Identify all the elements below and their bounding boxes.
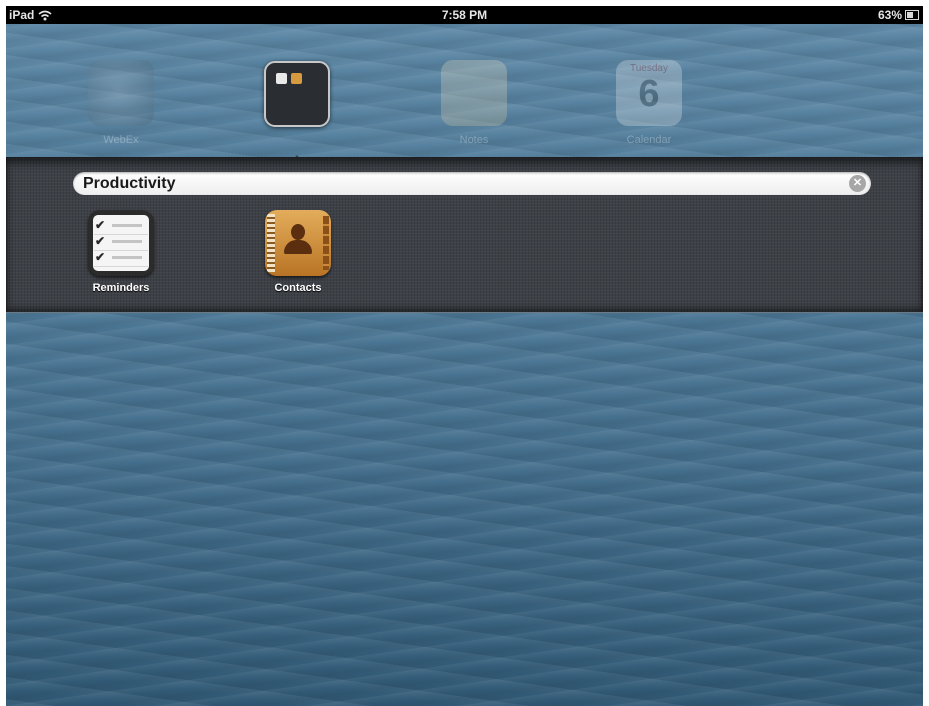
reminders-icon: ✔ ✔ ✔ bbox=[88, 210, 154, 276]
open-folder-panel: Productivity ✕ ✔ ✔ ✔ Reminders Contacts bbox=[6, 157, 923, 313]
webex-icon bbox=[88, 60, 154, 126]
app-contacts[interactable]: Contacts bbox=[253, 210, 343, 294]
notes-icon bbox=[441, 60, 507, 126]
clear-text-icon[interactable]: ✕ bbox=[849, 175, 866, 192]
app-webex[interactable]: WebEx bbox=[88, 60, 154, 146]
app-label: Notes bbox=[459, 134, 489, 146]
folder-name-field[interactable]: Productivity ✕ bbox=[73, 172, 871, 195]
app-label: WebEx bbox=[103, 134, 139, 146]
status-bar: iPad 7:58 PM 63% bbox=[6, 6, 923, 24]
app-label: Contacts bbox=[274, 282, 322, 294]
mini-reminders-icon bbox=[276, 73, 287, 84]
folder-icon[interactable] bbox=[264, 61, 330, 127]
calendar-day: Tuesday bbox=[630, 63, 668, 74]
calendar-icon: Tuesday 6 bbox=[616, 60, 682, 126]
ipad-screen: iPad 7:58 PM 63% WebEx Notes Tuesday 6 C… bbox=[6, 6, 923, 706]
battery-percent: 63% bbox=[877, 8, 902, 22]
mini-contacts-icon bbox=[291, 73, 302, 84]
folder-name-value: Productivity bbox=[83, 174, 176, 192]
app-reminders[interactable]: ✔ ✔ ✔ Reminders bbox=[76, 210, 166, 294]
home-screen-row: WebEx Notes Tuesday 6 Calendar bbox=[6, 24, 923, 175]
battery-icon bbox=[905, 10, 919, 20]
app-notes[interactable]: Notes bbox=[441, 60, 507, 146]
calendar-date: 6 bbox=[638, 73, 660, 115]
app-label: Reminders bbox=[92, 282, 150, 294]
app-label: Calendar bbox=[626, 134, 672, 146]
status-right: 63% bbox=[878, 8, 919, 22]
status-time: 7:58 PM bbox=[441, 8, 488, 22]
app-calendar[interactable]: Tuesday 6 Calendar bbox=[616, 60, 682, 146]
contacts-icon bbox=[265, 210, 331, 276]
